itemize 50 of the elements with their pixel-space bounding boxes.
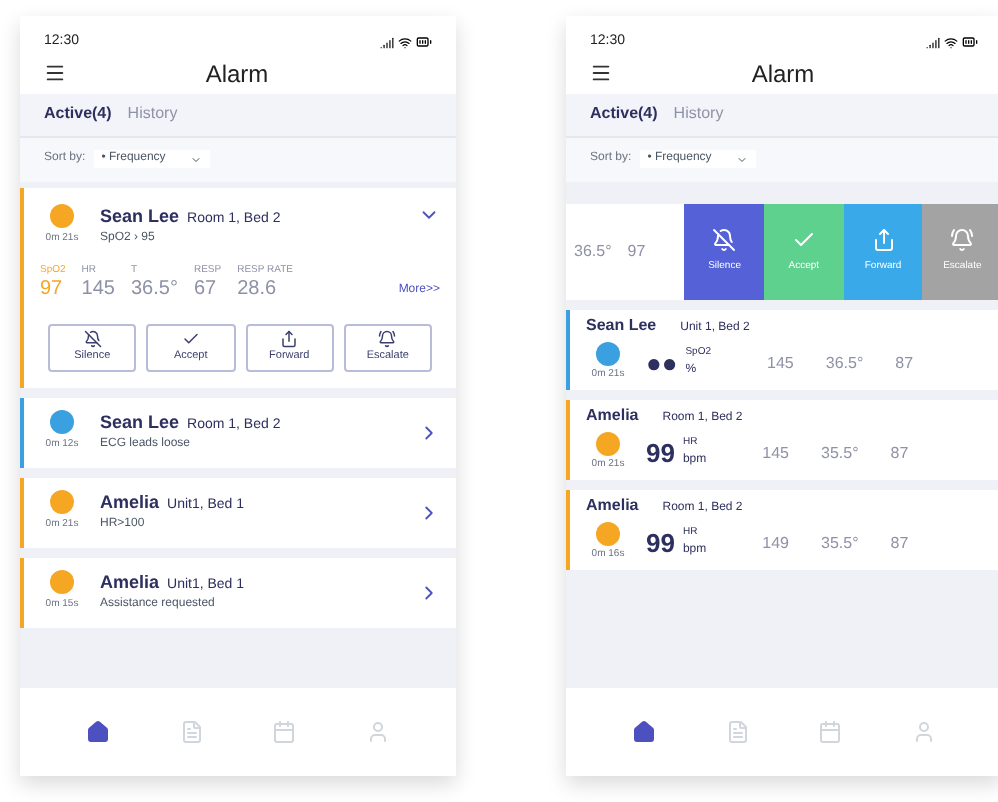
- primary-value: ●●: [646, 350, 678, 376]
- primary-value: 99: [646, 440, 675, 466]
- patient-name: Amelia: [100, 489, 160, 516]
- vital-value: 149: [762, 531, 789, 555]
- escalate-icon: [950, 227, 975, 252]
- vital-value: 36.5°: [825, 351, 864, 375]
- wifi-icon: [944, 35, 958, 50]
- tab[interactable]: Active(4): [44, 102, 112, 126]
- battery-icon: [962, 34, 978, 51]
- patient-name: Amelia: [100, 569, 160, 596]
- battery-icon: [416, 34, 432, 51]
- wifi-icon: [398, 35, 412, 50]
- patient-name: Amelia: [586, 404, 639, 429]
- vital-value: 97: [40, 279, 65, 299]
- vital-value: 36.5°: [130, 279, 178, 299]
- home-icon[interactable]: [86, 720, 111, 744]
- screen-title: Alarm: [749, 57, 817, 91]
- vital-value: 67: [193, 279, 219, 299]
- accept-icon: [791, 227, 816, 252]
- menu-icon[interactable]: [44, 62, 66, 84]
- primary-value: 99: [646, 530, 675, 556]
- patient-name: Amelia: [586, 494, 639, 519]
- silence-icon: [83, 329, 102, 348]
- vital-value: 145: [767, 351, 794, 375]
- home-icon[interactable]: [632, 720, 657, 744]
- caret-icon: [189, 153, 202, 165]
- vital-value: 36.5°: [574, 239, 612, 263]
- forward-icon: [280, 329, 299, 348]
- tab[interactable]: Active(4): [590, 102, 658, 126]
- signal-icon: [926, 35, 940, 50]
- patient-name: Sean Lee: [586, 314, 657, 339]
- accept-icon: [181, 329, 200, 348]
- silence-icon: [712, 227, 737, 252]
- screen-title: Alarm: [203, 57, 271, 91]
- forward-icon: [871, 227, 896, 252]
- menu-icon[interactable]: [590, 62, 612, 84]
- vital-value: 97: [627, 239, 646, 263]
- vital-value: 87: [895, 351, 914, 375]
- vital-value: 145: [762, 441, 789, 465]
- escalate-icon: [378, 329, 397, 348]
- patient-name: Sean Lee: [100, 203, 180, 229]
- signal-icon: [380, 35, 394, 50]
- vital-value: 145: [81, 279, 115, 299]
- vital-value: 28.6: [237, 279, 279, 299]
- caret-icon: [735, 153, 748, 165]
- vital-value: 87: [890, 441, 909, 465]
- vital-value: 35.5°: [821, 441, 859, 465]
- patient-name: Sean Lee: [100, 409, 180, 436]
- vital-value: 35.5°: [821, 531, 859, 555]
- vital-value: 87: [890, 531, 909, 555]
